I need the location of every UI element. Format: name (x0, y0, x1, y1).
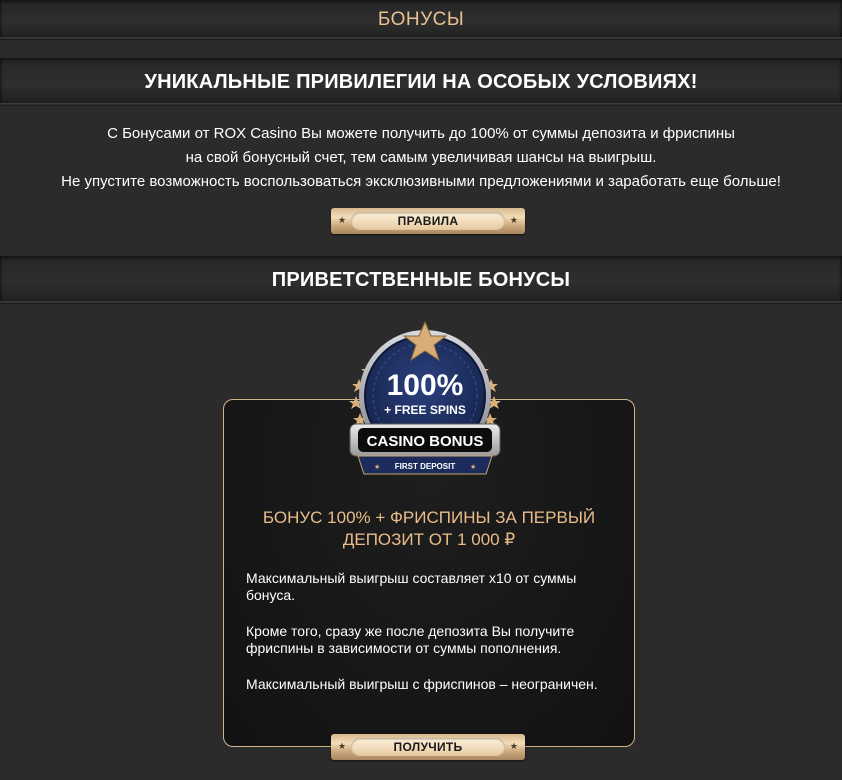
star-icon: ★ (338, 741, 347, 751)
star-icon: ★ (470, 463, 476, 471)
star-icon: ★ (509, 741, 518, 751)
bonus-title-line-1: БОНУС 100% + ФРИСПИНЫ ЗА ПЕРВЫЙ (262, 508, 596, 527)
bonus-paragraph-1: Максимальный выигрыш составляет х10 от с… (246, 570, 577, 603)
bonus-paragraph-3: Максимальный выигрыш с фриспинов – неогр… (246, 676, 598, 692)
privileges-heading: УНИКАЛЬНЫЕ ПРИВИЛЕГИИ НА ОСОБЫХ УСЛОВИЯХ… (144, 70, 698, 93)
badge-ribbon-text: CASINO BONUS (367, 433, 484, 450)
rules-button-label: ПРАВИЛА (397, 214, 459, 228)
bonus-paragraph-2: Кроме того, сразу же после депозита Вы п… (246, 623, 575, 656)
rules-button[interactable]: ★ ★ ПРАВИЛА (331, 208, 525, 234)
star-icon: ★ (338, 215, 347, 225)
bonus-card-title: БОНУС 100% + ФРИСПИНЫ ЗА ПЕРВЫЙ ДЕПОЗИТ … (224, 507, 634, 551)
intro-line-1: С Бонусами от ROX Casino Вы можете получ… (107, 125, 735, 142)
badge-percent: 100% (387, 369, 464, 402)
get-bonus-button[interactable]: ★ ★ ПОЛУЧИТЬ (331, 734, 525, 760)
page-header-bar: БОНУСЫ (0, 0, 842, 40)
privileges-heading-bar: УНИКАЛЬНЫЕ ПРИВИЛЕГИИ НА ОСОБЫХ УСЛОВИЯХ… (0, 58, 842, 106)
welcome-heading: ПРИВЕТСТВЕННЫЕ БОНУСЫ (271, 268, 571, 291)
welcome-heading-bar: ПРИВЕТСТВЕННЫЕ БОНУСЫ (0, 256, 842, 304)
page-title: БОНУСЫ (377, 9, 465, 30)
intro-text: С Бонусами от ROX Casino Вы можете получ… (0, 122, 842, 194)
intro-line-3: Не упустите возможность воспользоваться … (61, 173, 781, 190)
bonuses-page: БОНУСЫ УНИКАЛЬНЫЕ ПРИВИЛЕГИИ НА ОСОБЫХ У… (0, 0, 842, 780)
bonus-title-line-2: ДЕПОЗИТ ОТ 1 000 ₽ (342, 530, 516, 549)
get-bonus-button-label: ПОЛУЧИТЬ (393, 740, 463, 754)
casino-bonus-badge-icon: 100% + FREE SPINS CASINO BONUS FIRST DEP… (349, 320, 501, 475)
star-icon: ★ (374, 463, 380, 471)
intro-line-2: на свой бонусный счет, тем самым увеличи… (185, 149, 657, 166)
star-icon: ★ (509, 215, 518, 225)
badge-free-spins: + FREE SPINS (384, 403, 466, 417)
badge-subtitle: FIRST DEPOSIT (395, 462, 456, 471)
